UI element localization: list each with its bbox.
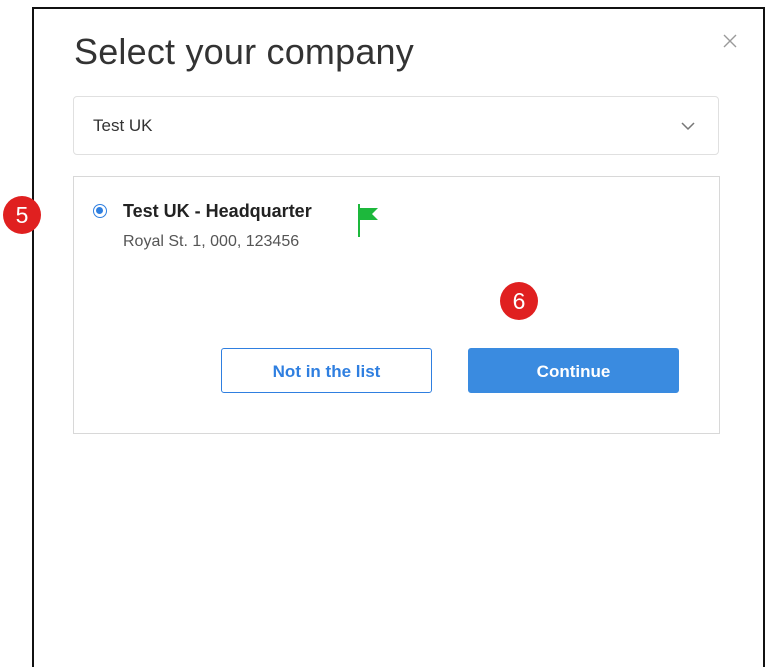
company-option-card: Test UK - Headquarter Royal St. 1, 000, … (73, 176, 720, 434)
flag-icon (357, 202, 379, 238)
chevron-down-icon (680, 119, 696, 131)
company-radio[interactable] (93, 204, 107, 218)
dialog-title: Select your company (74, 31, 414, 72)
step-marker-5: 5 (3, 196, 41, 234)
company-select-value: Test UK (93, 116, 153, 135)
select-company-dialog: Select your company Test UK Test UK - He… (32, 7, 765, 667)
not-in-list-button[interactable]: Not in the list (221, 348, 432, 393)
company-select[interactable]: Test UK (73, 96, 719, 155)
continue-button[interactable]: Continue (468, 348, 679, 393)
close-icon[interactable] (720, 31, 740, 51)
step-marker-6: 6 (500, 282, 538, 320)
company-address: Royal St. 1, 000, 123456 (123, 233, 300, 250)
company-name: Test UK - Headquarter (123, 201, 312, 221)
